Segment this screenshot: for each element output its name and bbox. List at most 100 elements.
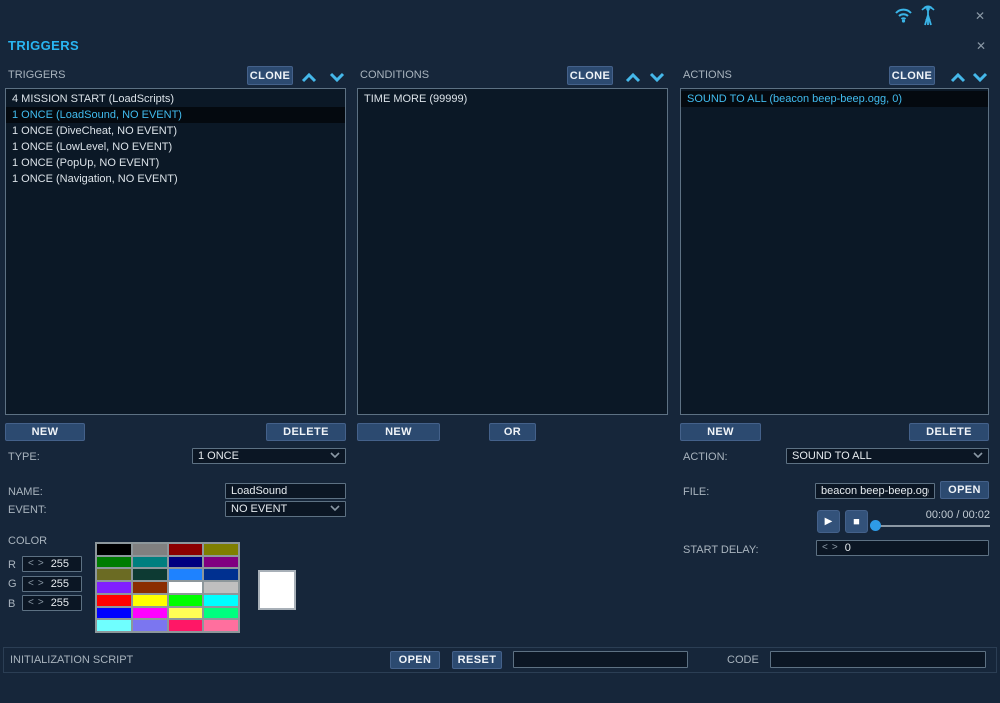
palette-swatch[interactable] <box>97 544 131 555</box>
triggers-delete-button[interactable]: DELETE <box>266 423 346 441</box>
increment-icon[interactable]: > <box>832 543 838 553</box>
palette-swatch[interactable] <box>168 620 203 631</box>
triggers-clone-button[interactable]: CLONE <box>247 66 293 85</box>
red-label: R <box>8 559 16 571</box>
script-input[interactable] <box>514 652 687 667</box>
script-reset-button[interactable]: RESET <box>452 651 502 669</box>
palette-swatch[interactable] <box>97 594 131 606</box>
actions-column-header: ACTIONS <box>683 69 732 81</box>
decrement-icon[interactable]: < <box>28 559 34 569</box>
palette-swatch[interactable] <box>204 620 238 631</box>
wifi-icon[interactable] <box>894 7 913 28</box>
palette-swatch[interactable] <box>168 556 203 568</box>
conditions-move-up-icon[interactable] <box>624 70 642 88</box>
actions-list[interactable]: SOUND TO ALL (beacon beep-beep.ogg, 0) <box>680 88 989 415</box>
palette-swatch[interactable] <box>132 594 167 606</box>
blue-stepper[interactable]: < > 255 <box>22 595 82 611</box>
palette-swatch[interactable] <box>204 569 238 581</box>
palette-swatch[interactable] <box>132 544 167 555</box>
palette-swatch[interactable] <box>204 556 238 568</box>
actions-move-up-icon[interactable] <box>949 70 967 88</box>
name-input[interactable] <box>226 484 345 498</box>
conditions-move-down-icon[interactable] <box>648 70 666 88</box>
palette-swatch[interactable] <box>97 607 131 619</box>
list-item[interactable]: SOUND TO ALL (beacon beep-beep.ogg, 0) <box>681 91 988 107</box>
increment-icon[interactable]: > <box>38 598 44 608</box>
triggers-move-up-icon[interactable] <box>300 70 318 88</box>
palette-swatch[interactable] <box>97 569 131 581</box>
code-input[interactable] <box>771 652 985 667</box>
palette-swatch[interactable] <box>204 607 238 619</box>
conditions-list[interactable]: TIME MORE (99999) <box>357 88 668 415</box>
window-close-icon[interactable]: ✕ <box>976 40 986 52</box>
color-preview <box>258 570 296 610</box>
list-item[interactable]: 1 ONCE (LowLevel, NO EVENT) <box>6 139 345 155</box>
list-item[interactable]: TIME MORE (99999) <box>358 91 667 107</box>
conditions-clone-button[interactable]: CLONE <box>567 66 613 85</box>
file-input[interactable] <box>816 484 934 498</box>
red-stepper[interactable]: < > 255 <box>22 556 82 572</box>
file-field-wrap <box>815 483 935 499</box>
play-button[interactable]: ▶ <box>817 510 840 533</box>
decrement-icon[interactable]: < <box>28 598 34 608</box>
action-value: SOUND TO ALL <box>792 450 872 462</box>
blue-value: 255 <box>50 597 70 609</box>
conditions-or-button[interactable]: OR <box>489 423 536 441</box>
close-icon[interactable]: ✕ <box>975 10 985 22</box>
palette-swatch[interactable] <box>168 544 203 555</box>
playback-time: 00:00 / 00:02 <box>925 509 990 521</box>
palette-swatch[interactable] <box>132 569 167 581</box>
palette-swatch[interactable] <box>168 594 203 606</box>
triggers-new-button[interactable]: NEW <box>5 423 85 441</box>
conditions-new-button[interactable]: NEW <box>357 423 440 441</box>
palette-swatch[interactable] <box>168 582 203 593</box>
actions-move-down-icon[interactable] <box>971 70 989 88</box>
stop-button[interactable]: ■ <box>845 510 868 533</box>
palette-swatch[interactable] <box>168 569 203 581</box>
increment-icon[interactable]: > <box>38 579 44 589</box>
color-palette[interactable] <box>95 542 240 633</box>
actions-clone-button[interactable]: CLONE <box>889 66 935 85</box>
green-stepper[interactable]: < > 255 <box>22 576 82 592</box>
event-dropdown[interactable]: NO EVENT <box>225 501 346 517</box>
increment-icon[interactable]: > <box>38 559 44 569</box>
seek-handle[interactable] <box>870 520 881 531</box>
list-item[interactable]: 1 ONCE (DiveCheat, NO EVENT) <box>6 123 345 139</box>
type-dropdown[interactable]: 1 ONCE <box>192 448 346 464</box>
antenna-icon[interactable] <box>919 4 937 32</box>
action-label: ACTION: <box>683 451 728 463</box>
triggers-move-down-icon[interactable] <box>328 70 346 88</box>
palette-swatch[interactable] <box>204 582 238 593</box>
palette-swatch[interactable] <box>132 556 167 568</box>
palette-swatch[interactable] <box>132 582 167 593</box>
list-item[interactable]: 1 ONCE (PopUp, NO EVENT) <box>6 155 345 171</box>
type-label: TYPE: <box>8 451 40 463</box>
chevron-down-icon <box>330 450 340 462</box>
palette-swatch[interactable] <box>132 620 167 631</box>
palette-swatch[interactable] <box>97 582 131 593</box>
actions-delete-button[interactable]: DELETE <box>909 423 989 441</box>
palette-swatch[interactable] <box>204 544 238 555</box>
palette-swatch[interactable] <box>97 556 131 568</box>
decrement-icon[interactable]: < <box>28 579 34 589</box>
actions-new-button[interactable]: NEW <box>680 423 761 441</box>
list-item[interactable]: 1 ONCE (LoadSound, NO EVENT) <box>6 107 345 123</box>
palette-swatch[interactable] <box>204 594 238 606</box>
script-open-button[interactable]: OPEN <box>390 651 440 669</box>
file-open-button[interactable]: OPEN <box>940 481 989 499</box>
palette-swatch[interactable] <box>168 607 203 619</box>
event-label: EVENT: <box>8 504 47 516</box>
list-item[interactable]: 1 ONCE (Navigation, NO EVENT) <box>6 171 345 187</box>
seek-track[interactable] <box>874 525 990 527</box>
action-dropdown[interactable]: SOUND TO ALL <box>786 448 989 464</box>
start-delay-stepper[interactable]: < > 0 <box>816 540 989 556</box>
triggers-column-header: TRIGGERS <box>8 69 66 81</box>
palette-swatch[interactable] <box>97 620 131 631</box>
triggers-list[interactable]: 4 MISSION START (LoadScripts) 1 ONCE (Loa… <box>5 88 346 415</box>
list-item[interactable]: 4 MISSION START (LoadScripts) <box>6 91 345 107</box>
green-label: G <box>8 578 17 590</box>
decrement-icon[interactable]: < <box>822 543 828 553</box>
color-label: COLOR <box>8 535 48 547</box>
palette-swatch[interactable] <box>132 607 167 619</box>
conditions-column-header: CONDITIONS <box>360 69 430 81</box>
